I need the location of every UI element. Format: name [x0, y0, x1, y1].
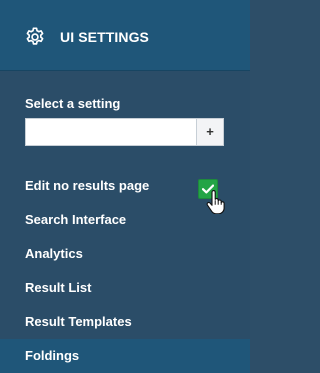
menu-item-label: Analytics: [25, 246, 83, 261]
menu-item-label: Result List: [25, 280, 92, 295]
select-setting-label: Select a setting: [25, 96, 121, 111]
menu-item-label: Foldings: [25, 348, 80, 363]
menu-item-result-list[interactable]: Result List: [0, 271, 250, 305]
add-setting-button[interactable]: +: [196, 118, 224, 146]
menu-item-analytics[interactable]: Analytics: [0, 237, 250, 271]
header-title: UI SETTINGS: [60, 29, 149, 45]
menu-item-label: Result Templates: [25, 314, 132, 329]
menu-item-result-templates[interactable]: Result Templates: [0, 305, 250, 339]
menu-item-foldings[interactable]: Foldings: [0, 339, 250, 373]
settings-header: UI SETTINGS: [0, 0, 250, 71]
menu-item-label: Edit no results page: [25, 178, 150, 193]
select-setting-input[interactable]: [25, 118, 197, 146]
gear-icon: [26, 27, 44, 45]
menu-item-label: Search Interface: [25, 212, 127, 227]
hand-cursor-icon: [206, 190, 225, 214]
